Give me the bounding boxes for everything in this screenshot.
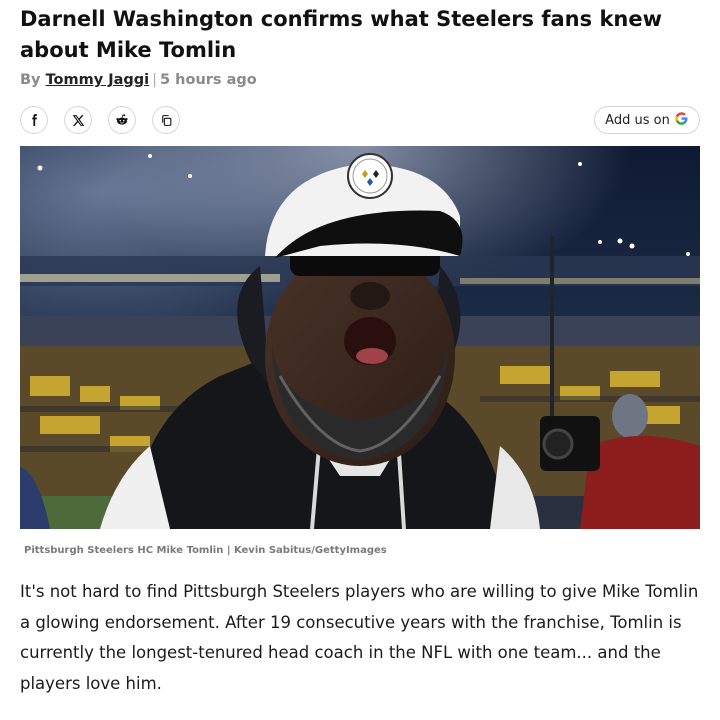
author-link[interactable]: Tommy Jaggi — [46, 72, 150, 88]
reddit-icon — [115, 113, 129, 127]
add-us-on-google-button[interactable]: Add us on — [594, 106, 700, 134]
x-share-button[interactable] — [64, 106, 92, 134]
add-us-label: Add us on — [605, 112, 670, 128]
x-icon — [72, 114, 85, 127]
google-icon — [674, 111, 689, 129]
copy-icon — [160, 114, 173, 127]
byline-prefix: By — [20, 72, 41, 88]
publish-time: 5 hours ago — [160, 72, 257, 88]
share-bar — [20, 106, 180, 134]
facebook-share-button[interactable] — [20, 106, 48, 134]
copy-link-button[interactable] — [152, 106, 180, 134]
image-caption: Pittsburgh Steelers HC Mike Tomlin | Kev… — [24, 545, 387, 556]
reddit-share-button[interactable] — [108, 106, 136, 134]
byline: By Tommy Jaggi | 5 hours ago — [20, 72, 257, 88]
hero-photo-illustration — [20, 146, 700, 529]
article-paragraph: It's not hard to find Pittsburgh Steeler… — [20, 582, 699, 693]
hero-image — [20, 146, 700, 529]
article-headline: Darnell Washington confirms what Steeler… — [20, 7, 662, 62]
facebook-icon — [27, 113, 41, 127]
byline-separator: | — [152, 72, 158, 88]
